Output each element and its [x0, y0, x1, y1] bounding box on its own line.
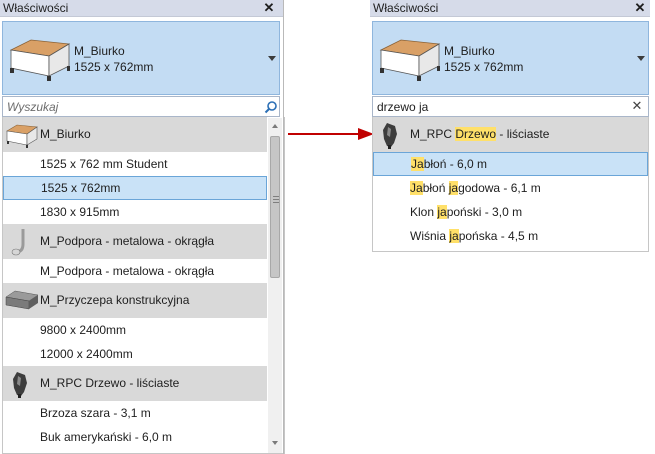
type-label: M_Podpora - metalowa - okrągła	[40, 264, 215, 278]
type-row[interactable]: 1525 x 762mm	[3, 176, 267, 200]
close-icon[interactable]: ✕	[633, 0, 647, 17]
desk-thumbnail-icon	[9, 39, 71, 81]
type-name: M_Biurko	[74, 44, 125, 58]
type-row[interactable]: Jabłoń jagodowa - 6,1 m	[373, 176, 648, 200]
type-label: Buk amerykański - 6,0 m	[40, 430, 173, 444]
family-label: M_RPC Drzewo - liściaste	[410, 117, 549, 152]
type-selector[interactable]: M_Biurko 1525 x 762mm	[2, 21, 280, 95]
chevron-down-icon[interactable]	[268, 56, 276, 61]
scrollbar[interactable]	[268, 118, 282, 453]
type-row[interactable]: 12000 x 2400mm	[3, 342, 267, 366]
search-match-highlight: Ja	[411, 157, 424, 171]
search-match-highlight: ja	[449, 229, 459, 243]
type-row[interactable]: Jabłoń - 6,0 m	[373, 152, 648, 176]
type-row[interactable]: Buk amerykański - 6,0 m	[3, 425, 267, 449]
family-row[interactable]: M_Przyczepa konstrukcyjna	[3, 283, 267, 318]
type-label: 1830 x 915mm	[40, 205, 120, 219]
desk-thumbnail-icon	[379, 39, 441, 81]
label-text: błoń - 6,0 m	[423, 157, 488, 171]
type-label: Jabłoń jagodowa - 6,1 m	[410, 176, 541, 200]
search-placeholder: Wyszukaj	[7, 100, 59, 114]
family-row[interactable]: M_RPC Drzewo - liściaste	[3, 366, 267, 401]
family-label: M_Podpora - metalowa - okrągła	[40, 234, 215, 248]
type-row[interactable]: 9800 x 2400mm	[3, 318, 267, 342]
desk-thumbnail-icon	[6, 124, 38, 148]
scroll-thumb[interactable]	[270, 136, 280, 278]
search-icon[interactable]	[264, 100, 278, 114]
type-row[interactable]: Klon japoński - 3,0 m	[373, 200, 648, 224]
clear-icon[interactable]: ✕	[631, 99, 643, 113]
type-row[interactable]: 1830 x 915mm	[3, 200, 267, 224]
type-label: 1525 x 762 mm Student	[40, 157, 168, 171]
search-match-highlight: ja	[437, 205, 447, 219]
type-label: 9800 x 2400mm	[40, 323, 127, 337]
filtered-type-list[interactable]: M_RPC Drzewo - liściaste Jabłoń - 6,0 m Ja…	[372, 117, 649, 252]
type-label: Brzoza szara - 3,1 m	[40, 406, 151, 420]
panel-title-text: Właściwości	[373, 1, 439, 15]
label-text: błoń	[422, 181, 449, 195]
search-input[interactable]: Wyszukaj	[2, 96, 280, 117]
type-list[interactable]: M_Biurko 1525 x 762 mm Student 1525 x 762m…	[2, 117, 285, 454]
label-text: - liściaste	[496, 127, 550, 141]
family-label: M_RPC Drzewo - liściaste	[40, 376, 180, 390]
family-row[interactable]: M_RPC Drzewo - liściaste	[373, 117, 648, 152]
search-match-highlight: Drzewo	[455, 127, 497, 141]
label-text: godowa - 6,1 m	[458, 181, 541, 195]
type-label: Jabłoń - 6,0 m	[411, 153, 487, 175]
search-input[interactable]: drzewo ja ✕	[372, 96, 649, 117]
type-selector[interactable]: M_Biurko 1525 x 762mm	[372, 21, 649, 95]
type-name: M_Biurko	[444, 44, 495, 58]
type-row[interactable]: Brzoza szara - 3,1 m	[3, 401, 267, 425]
left-properties-panel: Właściwości ✕ M_Biurko 1525 x 762mm Wysz…	[0, 0, 285, 454]
tree-thumbnail-icon	[383, 123, 397, 149]
close-icon[interactable]: ✕	[262, 0, 276, 17]
type-label: 12000 x 2400mm	[40, 347, 133, 361]
type-row[interactable]: Wiśnia japońska - 4,5 m	[373, 224, 648, 248]
right-properties-panel: Właściwości ✕ M_Biurko 1525 x 762mm drze…	[370, 0, 650, 252]
label-text: pońska - 4,5 m	[458, 229, 539, 243]
panel-title-text: Właściwości	[3, 1, 69, 15]
family-row[interactable]: M_Biurko	[3, 117, 267, 152]
label-text: Wiśnia	[410, 229, 450, 243]
search-match-highlight: ja	[448, 181, 459, 195]
label-text: Klon	[410, 205, 438, 219]
type-size: 1525 x 762mm	[74, 60, 154, 74]
type-label: Klon japoński - 3,0 m	[410, 200, 522, 224]
label-text: poński - 3,0 m	[446, 205, 523, 219]
type-row[interactable]: 1525 x 762 mm Student	[3, 152, 267, 176]
tree-thumbnail-icon	[13, 372, 27, 398]
label-text: M_RPC	[410, 127, 456, 141]
type-size: 1525 x 762mm	[444, 60, 524, 74]
family-row[interactable]: M_Podpora - metalowa - okrągła	[3, 224, 267, 259]
scroll-up-icon[interactable]	[272, 124, 278, 128]
trailer-thumbnail-icon	[5, 290, 39, 310]
type-label: Wiśnia japońska - 4,5 m	[410, 224, 538, 248]
panel-divider	[283, 0, 284, 454]
chevron-down-icon[interactable]	[637, 56, 645, 61]
type-label: 1525 x 762mm	[41, 181, 121, 195]
panel-title: Właściwości	[0, 0, 283, 17]
type-row[interactable]: M_Podpora - metalowa - okrągła	[3, 259, 267, 283]
search-match-highlight: Ja	[410, 181, 423, 195]
right-arrow-icon	[288, 128, 374, 140]
pipe-support-thumbnail-icon	[11, 229, 25, 256]
panel-title: Właściwości	[370, 0, 650, 17]
search-value: drzewo ja	[377, 100, 429, 114]
family-label: M_Biurko	[40, 127, 91, 141]
family-label: M_Przyczepa konstrukcyjna	[40, 293, 190, 307]
scroll-down-icon[interactable]	[272, 441, 278, 445]
